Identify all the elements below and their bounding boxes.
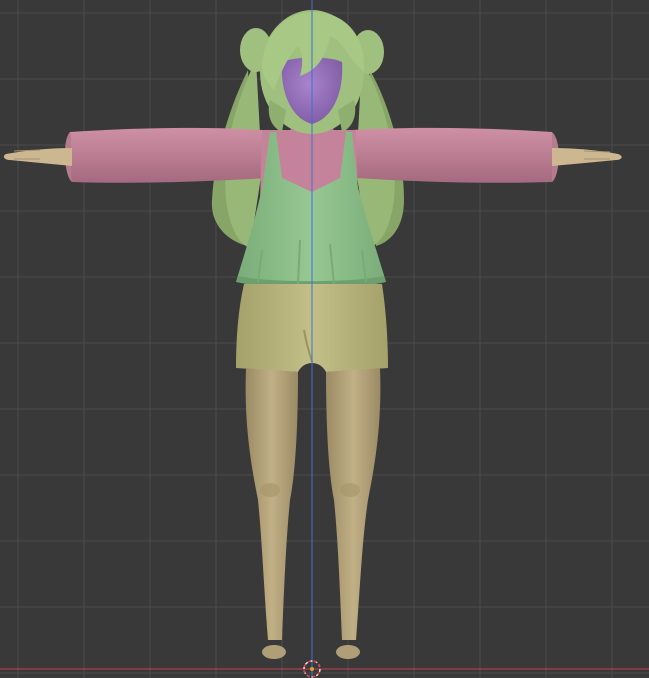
legs xyxy=(245,368,381,659)
3d-viewport[interactable] xyxy=(0,0,649,678)
right-arm xyxy=(352,127,622,183)
viewport-canvas[interactable] xyxy=(0,0,649,678)
left-arm xyxy=(3,127,268,183)
